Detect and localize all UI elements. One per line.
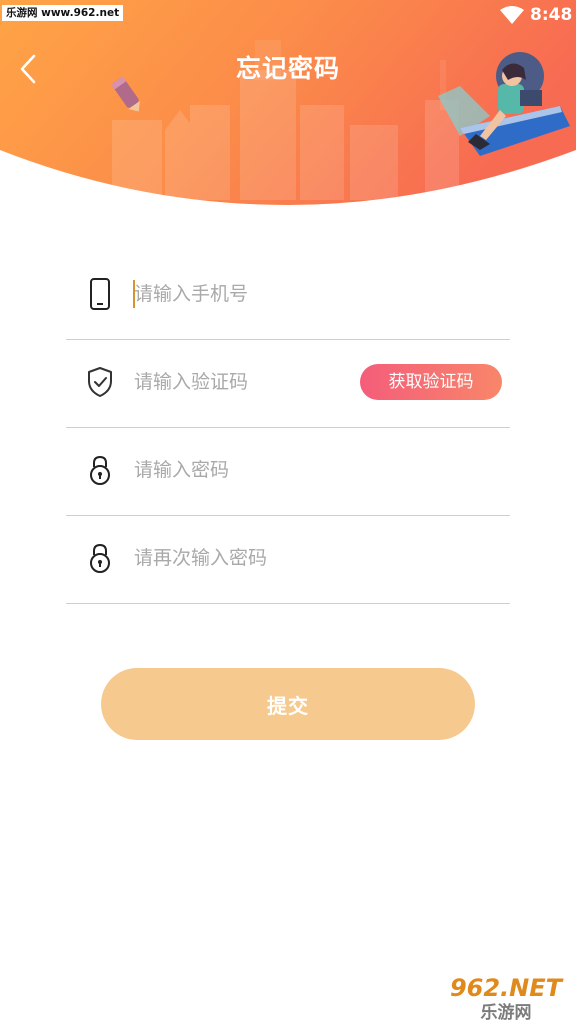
phone-row (66, 252, 510, 340)
watermark-text: 乐游网 www.962.net (2, 5, 124, 21)
verification-code-input[interactable] (134, 364, 374, 400)
password-row (66, 428, 510, 516)
lock-icon (90, 455, 110, 485)
confirm-password-row (66, 516, 510, 604)
watermark-logo: 962.NET 乐游网 (436, 970, 576, 1024)
svg-text:962.NET: 962.NET (450, 974, 564, 1002)
status-bar: 乐游网 www.962.net 8:48 (0, 0, 576, 30)
text-cursor (133, 280, 135, 308)
wifi-icon (500, 6, 524, 24)
forgot-password-form: 获取验证码 (66, 252, 510, 604)
phone-icon (90, 278, 110, 310)
lock-icon (90, 543, 110, 573)
status-clock: 8:48 (530, 5, 573, 25)
get-code-button[interactable]: 获取验证码 (360, 364, 502, 400)
header: 乐游网 www.962.net 8:48 忘记密码 (0, 0, 576, 205)
svg-text:乐游网: 乐游网 (481, 1002, 532, 1023)
submit-button[interactable]: 提交 (101, 668, 475, 740)
shield-check-icon (88, 367, 112, 397)
page-title: 忘记密码 (235, 54, 340, 83)
confirm-password-input[interactable] (134, 540, 374, 576)
phone-input[interactable] (134, 276, 374, 312)
password-input[interactable] (134, 452, 374, 488)
